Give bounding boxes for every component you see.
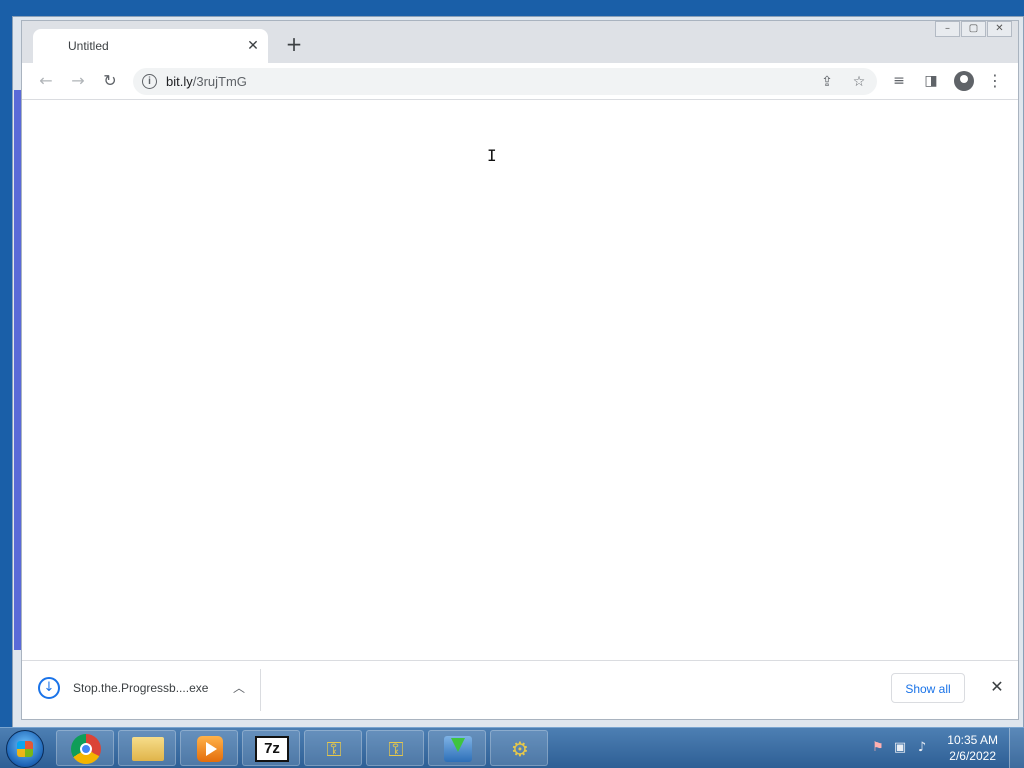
back-button[interactable]: ← xyxy=(37,72,55,90)
taskbar-app-key-tool-1[interactable]: ⚿ xyxy=(304,730,362,766)
network-setup-icon: ⚙ xyxy=(511,737,529,761)
taskbar-app-key-tool-2[interactable]: ⚿ xyxy=(366,730,424,766)
tab-strip: Untitled ✕ + – ▢ ✕ xyxy=(22,21,1018,63)
download-item[interactable]: ↓ Stop.the.Progressb....exe ︿ xyxy=(38,675,248,705)
address-bar[interactable]: i bit.ly/3rujTmG ⇪ ☆ xyxy=(133,68,877,95)
taskbar-app-media-player[interactable] xyxy=(180,730,238,766)
chrome-icon xyxy=(71,734,101,764)
reload-icon: ↻ xyxy=(103,71,117,90)
restore-button[interactable]: ▢ xyxy=(961,21,986,37)
7zip-icon: 7z xyxy=(255,736,289,762)
tab-untitled[interactable]: Untitled ✕ xyxy=(33,29,268,63)
window-controls: – ▢ ✕ xyxy=(934,21,1012,37)
tab-title: Untitled xyxy=(68,39,109,53)
kebab-menu-icon[interactable]: ⋮ xyxy=(986,72,1004,90)
reload-button[interactable]: ↻ xyxy=(101,72,119,90)
url-path: /3rujTmG xyxy=(192,74,247,89)
close-icon[interactable]: ✕ xyxy=(988,678,1006,696)
arrow-left-icon: ← xyxy=(39,71,53,90)
start-button[interactable] xyxy=(6,730,44,768)
taskbar-app-7zip[interactable]: 7z xyxy=(242,730,300,766)
system-tray: ⚑ ▣ ♪ 10:35 AM 2/6/2022 xyxy=(864,728,1024,768)
browser-window: Untitled ✕ + – ▢ ✕ ← → ↻ i bit.ly/3rujTm… xyxy=(21,20,1019,720)
close-window-button[interactable]: ✕ xyxy=(987,21,1012,37)
forward-button[interactable]: → xyxy=(69,72,87,90)
taskbar: 7z ⚿ ⚿ ⚙ ⚑ ▣ ♪ 10:35 AM 2/6/2022 xyxy=(0,727,1024,768)
new-tab-button[interactable]: + xyxy=(284,34,304,55)
download-shelf: ↓ Stop.the.Progressb....exe ︿ Show all ✕ xyxy=(22,660,1018,719)
folder-icon xyxy=(132,737,164,761)
show-desktop-button[interactable] xyxy=(1009,728,1024,768)
browser-toolbar: ← → ↻ i bit.ly/3rujTmG ⇪ ☆ ≡ ◨ ⋮ xyxy=(22,63,1018,100)
clock-time: 10:35 AM xyxy=(947,733,998,747)
download-file-name: Stop.the.Progressb....exe xyxy=(73,681,209,695)
arrow-right-icon: → xyxy=(71,71,85,90)
chevron-up-icon[interactable]: ︿ xyxy=(233,679,247,695)
site-info-icon[interactable]: i xyxy=(142,74,157,89)
tab-close-icon[interactable]: ✕ xyxy=(244,37,262,55)
url-text[interactable]: bit.ly/3rujTmG xyxy=(166,74,247,89)
taskbar-app-chrome[interactable] xyxy=(56,730,114,766)
taskbar-app-installer[interactable] xyxy=(428,730,486,766)
text-cursor-icon: I xyxy=(487,146,497,165)
media-player-icon xyxy=(197,736,223,762)
download-icon: ↓ xyxy=(38,677,60,699)
installer-icon xyxy=(444,736,472,762)
page-content[interactable]: I xyxy=(22,100,1018,662)
url-host: bit.ly xyxy=(166,74,193,89)
show-all-button[interactable]: Show all xyxy=(891,673,965,703)
key-icon: ⚿ xyxy=(326,737,342,761)
share-icon[interactable]: ⇪ xyxy=(818,73,836,91)
clock[interactable]: 10:35 AM 2/6/2022 xyxy=(947,732,998,764)
profile-icon[interactable] xyxy=(954,71,974,91)
minimize-button[interactable]: – xyxy=(935,21,960,37)
taskbar-app-network-setup[interactable]: ⚙ xyxy=(490,730,548,766)
key-icon: ⚿ xyxy=(388,737,404,761)
clock-date: 2/6/2022 xyxy=(949,749,996,763)
taskbar-app-explorer[interactable] xyxy=(118,730,176,766)
volume-icon[interactable]: ♪ xyxy=(914,740,930,756)
reading-list-icon[interactable]: ≡ xyxy=(890,72,908,90)
action-center-flag-icon[interactable]: ⚑ xyxy=(870,740,886,756)
network-icon[interactable]: ▣ xyxy=(892,740,908,756)
side-panel-icon[interactable]: ◨ xyxy=(922,72,940,90)
star-icon[interactable]: ☆ xyxy=(850,73,868,91)
divider xyxy=(260,669,261,711)
